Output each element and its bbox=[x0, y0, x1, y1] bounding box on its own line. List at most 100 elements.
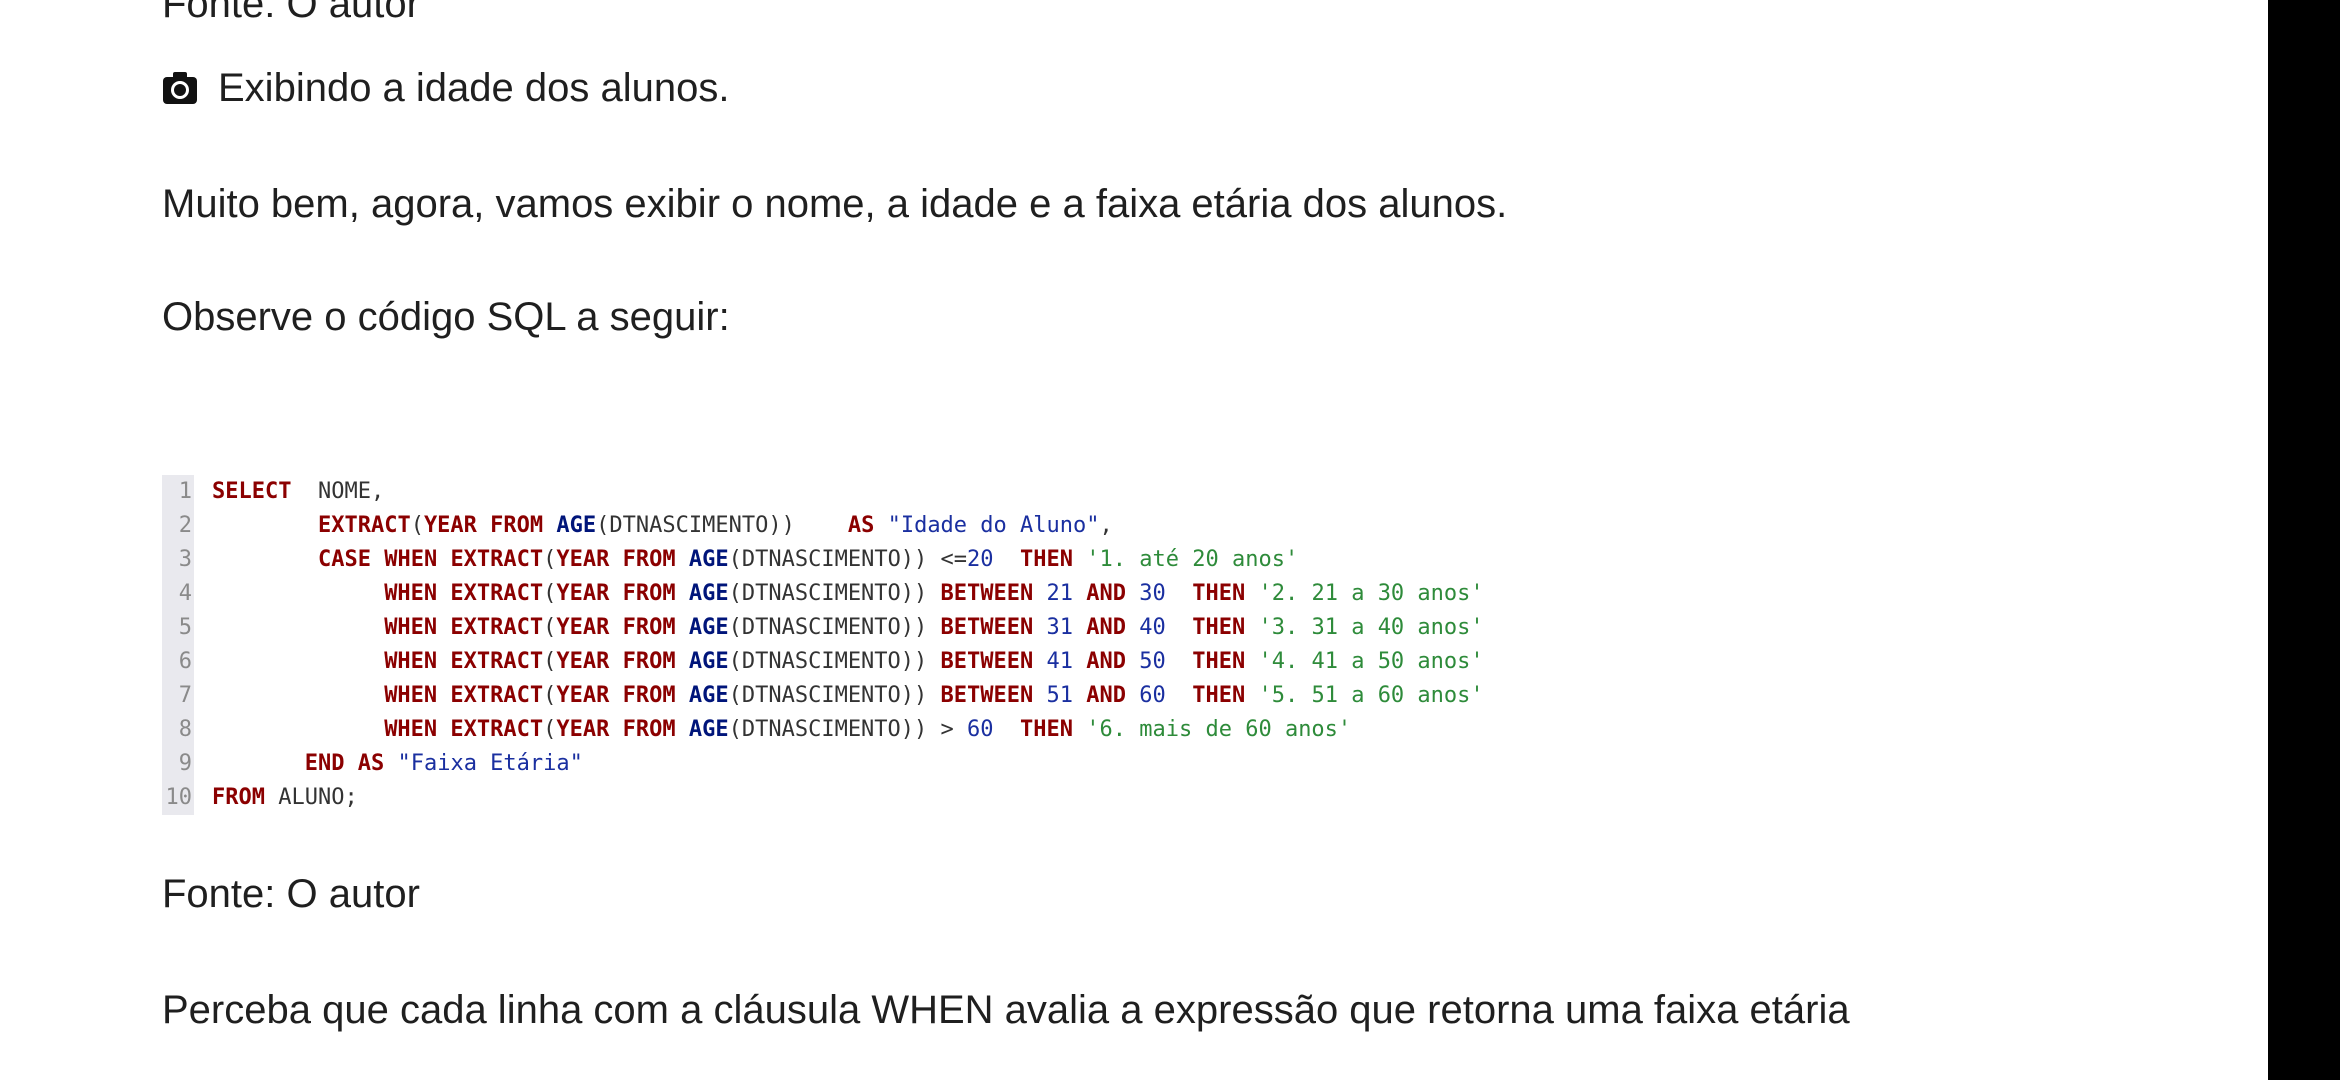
code-token: , bbox=[1099, 513, 1113, 538]
code-token: (DTNASCIMENTO)) bbox=[728, 683, 941, 708]
code-token: 30 bbox=[1139, 581, 1166, 606]
code-token: YEAR bbox=[556, 649, 610, 674]
code-token: FROM bbox=[622, 615, 676, 640]
code-token: BETWEEN bbox=[940, 649, 1034, 674]
code-token: AS bbox=[357, 751, 385, 776]
code-token: WHEN bbox=[384, 717, 438, 742]
code-token: YEAR bbox=[423, 513, 477, 538]
code-token: AGE bbox=[688, 649, 729, 674]
code-token: SELECT bbox=[212, 479, 292, 504]
code-token: FROM bbox=[212, 785, 265, 810]
code-token: WHEN bbox=[384, 649, 438, 674]
code-token: AND bbox=[1086, 615, 1126, 640]
top-source-caption: Fonte: O autor bbox=[162, 0, 420, 26]
line-number: 8 bbox=[162, 713, 194, 747]
code-text: CASE WHEN EXTRACT(YEAR FROM AGE(DTNASCIM… bbox=[212, 543, 1298, 577]
code-token: WHEN bbox=[384, 581, 438, 606]
code-token: "Idade do Aluno" bbox=[887, 513, 1100, 538]
code-text: SELECT NOME, bbox=[212, 475, 384, 509]
code-token: ( bbox=[543, 683, 557, 708]
code-text: WHEN EXTRACT(YEAR FROM AGE(DTNASCIMENTO)… bbox=[212, 611, 1483, 645]
code-token: FROM bbox=[622, 683, 676, 708]
code-token: AND bbox=[1086, 683, 1126, 708]
code-token: ALUNO; bbox=[264, 785, 358, 810]
line-number: 9 bbox=[162, 747, 194, 781]
code-token: BETWEEN bbox=[940, 683, 1034, 708]
code-token: THEN bbox=[1020, 547, 1074, 572]
code-token: END bbox=[304, 751, 345, 776]
code-token: NOME, bbox=[291, 479, 385, 504]
code-token: "Faixa Etária" bbox=[397, 751, 583, 776]
figure-caption: Exibindo a idade dos alunos. bbox=[218, 66, 730, 110]
code-token: FROM bbox=[490, 513, 544, 538]
line-number: 3 bbox=[162, 543, 194, 577]
code-source-caption: Fonte: O autor bbox=[162, 872, 420, 916]
code-token: YEAR bbox=[556, 615, 610, 640]
code-token: FROM bbox=[622, 649, 676, 674]
code-token: 50 bbox=[1139, 649, 1166, 674]
code-token: AND bbox=[1086, 649, 1126, 674]
code-token: ( bbox=[543, 615, 557, 640]
code-token: 31 bbox=[1046, 615, 1074, 640]
line-number: 5 bbox=[162, 611, 194, 645]
code-text: WHEN EXTRACT(YEAR FROM AGE(DTNASCIMENTO)… bbox=[212, 645, 1483, 679]
code-token: FROM bbox=[622, 717, 676, 742]
code-token: ( bbox=[410, 513, 424, 538]
code-token: AND bbox=[1086, 581, 1126, 606]
code-token: (DTNASCIMENTO)) > bbox=[728, 717, 968, 742]
code-text: WHEN EXTRACT(YEAR FROM AGE(DTNASCIMENTO)… bbox=[212, 713, 1351, 747]
paragraph-intro: Muito bem, agora, vamos exibir o nome, a… bbox=[162, 182, 1508, 226]
code-token: AGE bbox=[688, 581, 729, 606]
code-token: AGE bbox=[688, 615, 729, 640]
code-token: ( bbox=[543, 717, 557, 742]
code-token: YEAR bbox=[556, 547, 610, 572]
code-token: 60 bbox=[1139, 683, 1166, 708]
code-token: EXTRACT bbox=[450, 683, 544, 708]
code-token: AGE bbox=[688, 717, 729, 742]
line-number: 10 bbox=[162, 781, 194, 815]
code-token: '5. 51 a 60 anos' bbox=[1258, 683, 1484, 708]
code-token: (DTNASCIMENTO)) bbox=[728, 581, 941, 606]
code-token: EXTRACT bbox=[317, 513, 411, 538]
code-token: FROM bbox=[622, 581, 676, 606]
code-token: 51 bbox=[1046, 683, 1074, 708]
code-token: YEAR bbox=[556, 581, 610, 606]
code-token: WHEN bbox=[384, 683, 438, 708]
code-token: (DTNASCIMENTO)) bbox=[596, 513, 848, 538]
